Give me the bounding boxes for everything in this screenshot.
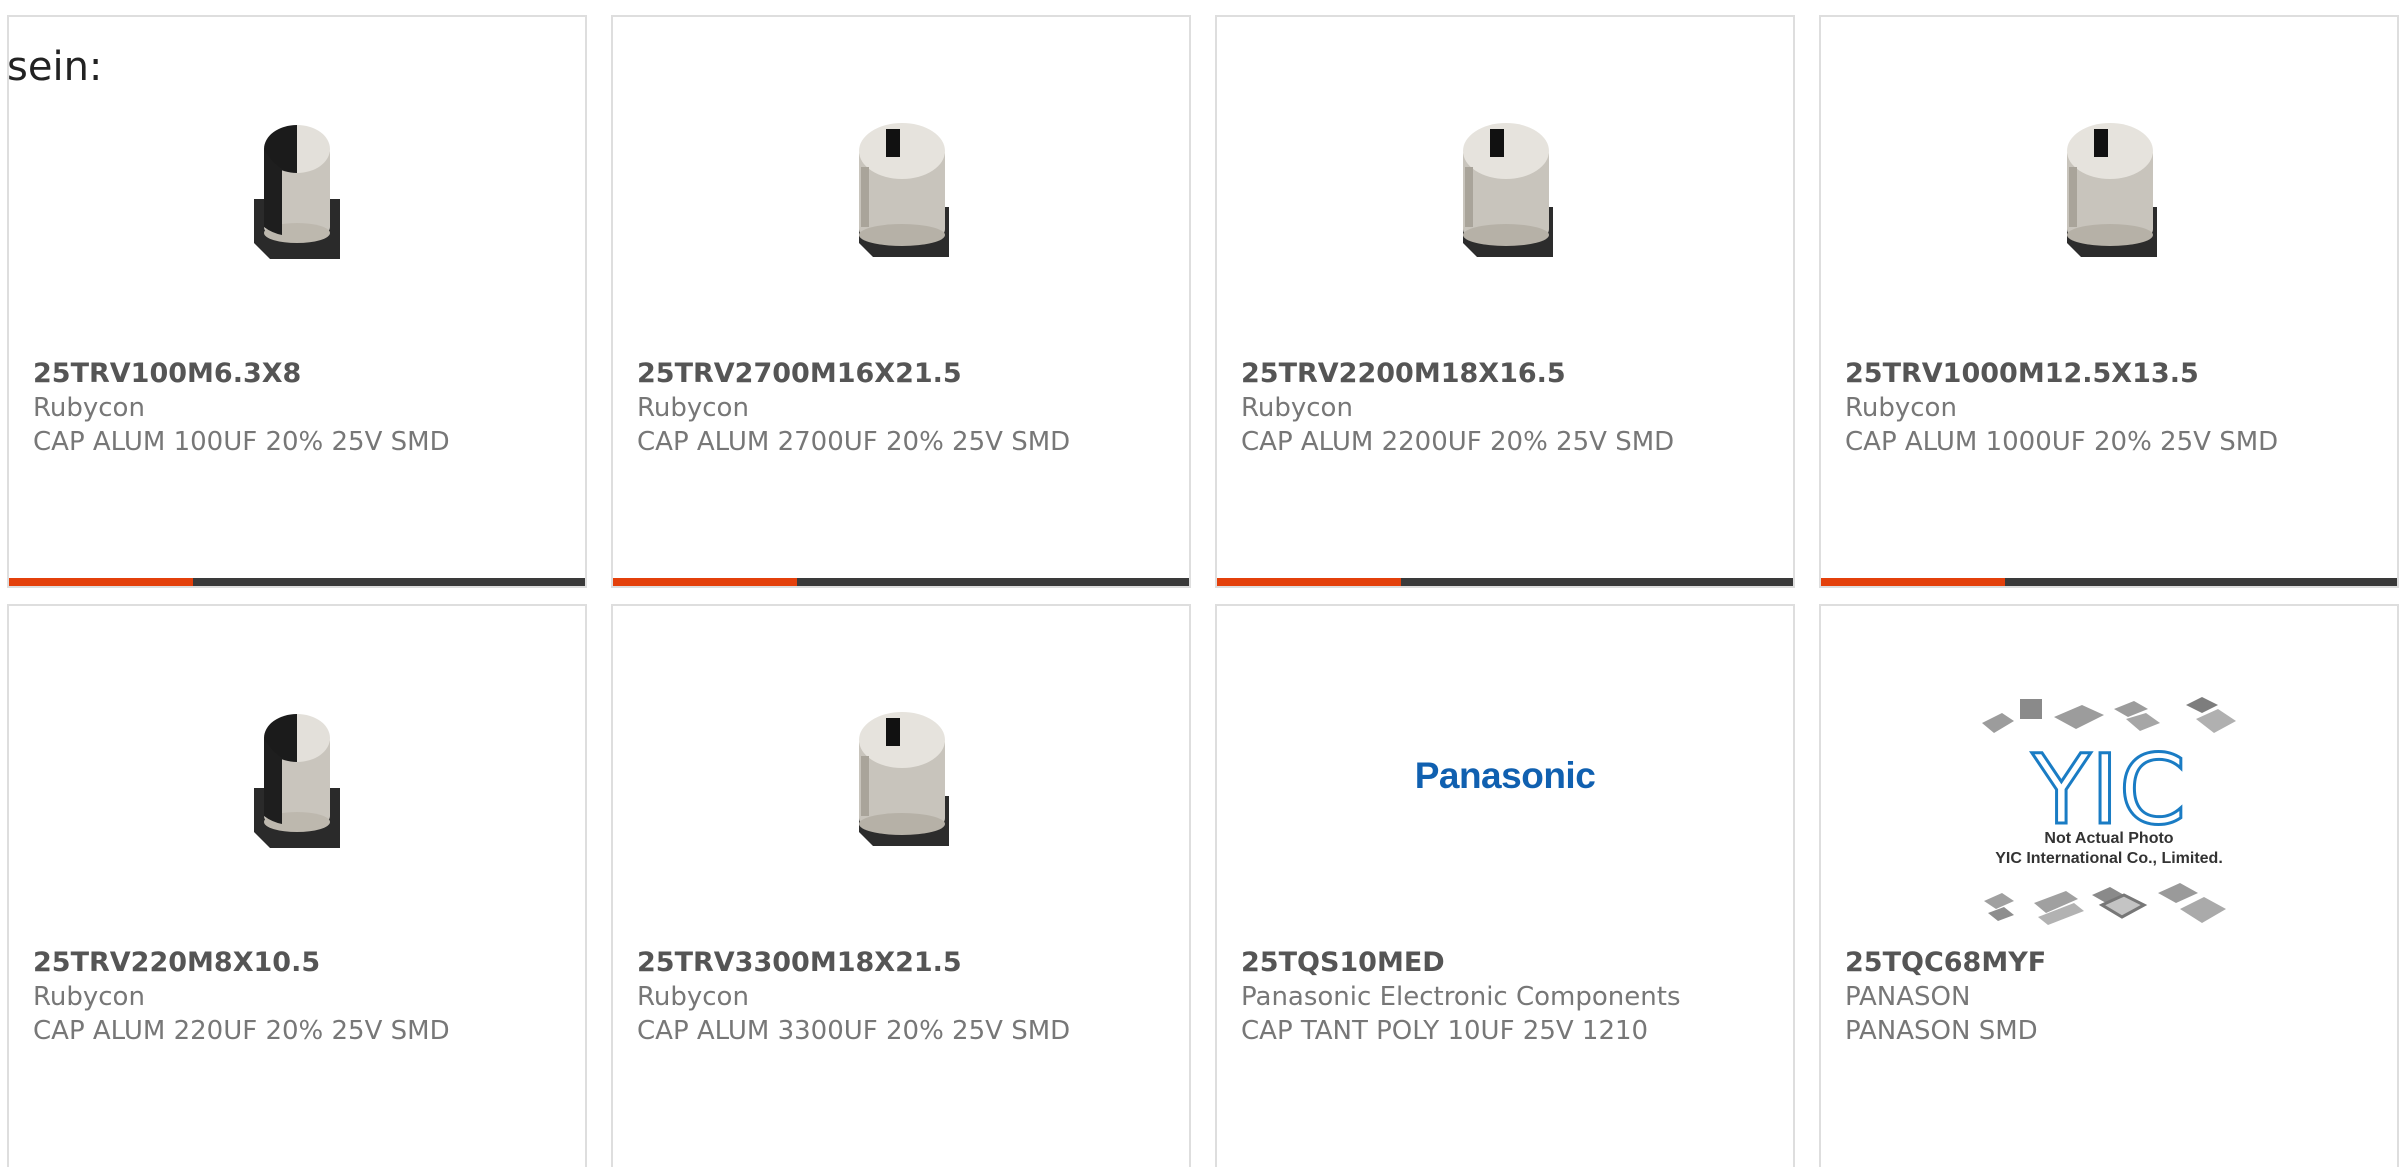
product-image[interactable] — [613, 676, 1189, 876]
description: CAP TANT POLY 10UF 25V 1210 — [1241, 1016, 1649, 1046]
manufacturer: Rubycon — [33, 982, 145, 1012]
product-grid-page: sein: 25TRV100M6.3X8 Rubycon CAP ALUM 10… — [0, 0, 2400, 1167]
capacitor-mark-icon — [1463, 123, 1553, 257]
product-image[interactable] — [1821, 87, 2397, 287]
product-card[interactable]: 25TRV100M6.3X8 Rubycon CAP ALUM 100UF 20… — [7, 15, 587, 588]
image-caption-1: Not Actual Photo — [2044, 830, 2173, 847]
product-info: 25TRV1000M12.5X13.5 Rubycon CAP ALUM 100… — [1845, 357, 2377, 459]
product-image[interactable] — [1217, 87, 1793, 287]
product-card[interactable]: 25TRV2200M18X16.5 Rubycon CAP ALUM 2200U… — [1215, 15, 1795, 588]
chip-icons-top — [1982, 697, 2236, 733]
part-number[interactable]: 25TRV1000M12.5X13.5 — [1845, 357, 2377, 391]
capacitor-half-stripe-icon — [254, 714, 340, 848]
part-number[interactable]: 25TRV3300M18X21.5 — [637, 946, 1169, 980]
part-number[interactable]: 25TQS10MED — [1241, 946, 1773, 980]
progress-bar-fill — [1217, 578, 1402, 586]
progress-bar-fill — [1821, 578, 2006, 586]
product-info: 25TRV100M6.3X8 Rubycon CAP ALUM 100UF 20… — [33, 357, 565, 459]
part-number[interactable]: 25TRV100M6.3X8 — [33, 357, 565, 391]
part-number[interactable]: 25TRV2700M16X21.5 — [637, 357, 1169, 391]
capacitor-half-stripe-icon — [254, 125, 340, 259]
product-info: 25TRV220M8X10.5 Rubycon CAP ALUM 220UF 2… — [33, 946, 565, 1048]
product-grid: 25TRV100M6.3X8 Rubycon CAP ALUM 100UF 20… — [7, 15, 2399, 1167]
manufacturer: Rubycon — [637, 982, 749, 1012]
product-card[interactable]: 25TRV1000M12.5X13.5 Rubycon CAP ALUM 100… — [1819, 15, 2399, 588]
product-image[interactable] — [613, 87, 1189, 287]
progress-bar — [1821, 578, 2397, 586]
progress-bar — [1217, 578, 1793, 586]
product-image[interactable] — [9, 676, 585, 876]
capacitor-mark-icon — [859, 712, 949, 846]
product-card[interactable]: 25TRV2700M16X21.5 Rubycon CAP ALUM 2700U… — [611, 15, 1191, 588]
part-number[interactable]: 25TRV220M8X10.5 — [33, 946, 565, 980]
description: CAP ALUM 100UF 20% 25V SMD — [33, 427, 450, 457]
manufacturer: Rubycon — [637, 393, 749, 423]
product-card[interactable]: YIC Not Actual Photo YIC International C… — [1819, 604, 2399, 1167]
manufacturer: Panasonic Electronic Components — [1241, 982, 1681, 1012]
product-card[interactable]: 25TRV220M8X10.5 Rubycon CAP ALUM 220UF 2… — [7, 604, 587, 1167]
panasonic-logo: Panasonic — [1414, 755, 1596, 796]
image-caption-2: YIC International Co., Limited. — [1995, 850, 2223, 867]
description: CAP ALUM 3300UF 20% 25V SMD — [637, 1016, 1071, 1046]
manufacturer: Rubycon — [1241, 393, 1353, 423]
manufacturer: Rubycon — [1845, 393, 1957, 423]
description: PANASON SMD — [1845, 1016, 2038, 1046]
manufacturer: PANASON — [1845, 982, 1971, 1012]
description: CAP ALUM 2700UF 20% 25V SMD — [637, 427, 1071, 457]
description: CAP ALUM 1000UF 20% 25V SMD — [1845, 427, 2279, 457]
page-heading: sein: — [7, 44, 103, 90]
part-number[interactable]: 25TRV2200M18X16.5 — [1241, 357, 1773, 391]
product-card[interactable]: Panasonic 25TQS10MED Panasonic Electroni… — [1215, 604, 1795, 1167]
yic-placeholder-image: YIC Not Actual Photo YIC International C… — [1982, 697, 2236, 925]
product-image[interactable]: Panasonic — [1217, 676, 1793, 876]
product-info: 25TRV3300M18X21.5 Rubycon CAP ALUM 3300U… — [637, 946, 1169, 1048]
product-image[interactable]: YIC Not Actual Photo YIC International C… — [1821, 686, 2397, 936]
manufacturer: Rubycon — [33, 393, 145, 423]
progress-bar — [613, 578, 1189, 586]
progress-bar-fill — [613, 578, 798, 586]
product-info: 25TRV2200M18X16.5 Rubycon CAP ALUM 2200U… — [1241, 357, 1773, 459]
progress-bar-fill — [9, 578, 194, 586]
progress-bar — [9, 578, 585, 586]
part-number[interactable]: 25TQC68MYF — [1845, 946, 2377, 980]
product-info: 25TQC68MYF PANASON PANASON SMD — [1845, 946, 2377, 1048]
capacitor-mark-icon — [2067, 123, 2157, 257]
capacitor-mark-icon — [859, 123, 949, 257]
description: CAP ALUM 2200UF 20% 25V SMD — [1241, 427, 1675, 457]
chip-icons-bottom — [1984, 883, 2226, 925]
description: CAP ALUM 220UF 20% 25V SMD — [33, 1016, 450, 1046]
product-info: 25TQS10MED Panasonic Electronic Componen… — [1241, 946, 1773, 1048]
product-card[interactable]: 25TRV3300M18X21.5 Rubycon CAP ALUM 3300U… — [611, 604, 1191, 1167]
product-info: 25TRV2700M16X21.5 Rubycon CAP ALUM 2700U… — [637, 357, 1169, 459]
product-image[interactable] — [9, 87, 585, 287]
